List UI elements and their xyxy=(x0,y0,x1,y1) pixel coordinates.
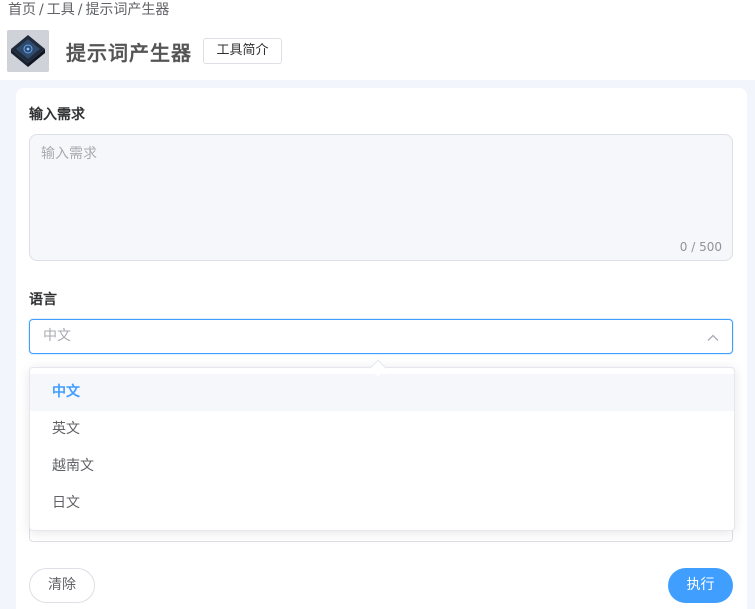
language-select-value: 中文 xyxy=(43,328,71,344)
breadcrumb-home[interactable]: 首页 xyxy=(8,2,36,18)
char-counter: 0 / 500 xyxy=(679,240,722,254)
language-option-ja[interactable]: 日文 xyxy=(30,485,734,522)
chip-logo-icon xyxy=(7,30,49,72)
language-option-vi[interactable]: 越南文 xyxy=(30,448,734,485)
run-button[interactable]: 执行 xyxy=(668,568,733,603)
breadcrumb: 首页 / 工具 / 提示词产生器 xyxy=(8,0,169,20)
page-header: 提示词产生器 工具简介 xyxy=(0,28,755,74)
language-option-en[interactable]: 英文 xyxy=(30,411,734,448)
requirement-input[interactable] xyxy=(30,135,732,260)
page-title: 提示词产生器 xyxy=(66,41,192,65)
language-label: 语言 xyxy=(29,292,57,308)
requirement-field: 0 / 500 xyxy=(29,134,733,261)
language-dropdown: 中文 英文 越南文 日文 xyxy=(29,367,735,531)
clear-button[interactable]: 清除 xyxy=(29,568,95,603)
breadcrumb-separator: / xyxy=(39,2,44,18)
breadcrumb-separator: / xyxy=(77,2,83,18)
chevron-up-icon xyxy=(706,330,720,344)
requirement-label: 输入需求 xyxy=(29,107,85,123)
breadcrumb-tools[interactable]: 工具 xyxy=(47,2,75,18)
language-options: 中文 英文 越南文 日文 xyxy=(30,368,734,522)
breadcrumb-current: 提示词产生器 xyxy=(85,2,170,18)
tool-intro-button[interactable]: 工具简介 xyxy=(203,38,282,64)
language-select[interactable]: 中文 xyxy=(29,319,733,354)
language-option-zh[interactable]: 中文 xyxy=(30,374,734,411)
